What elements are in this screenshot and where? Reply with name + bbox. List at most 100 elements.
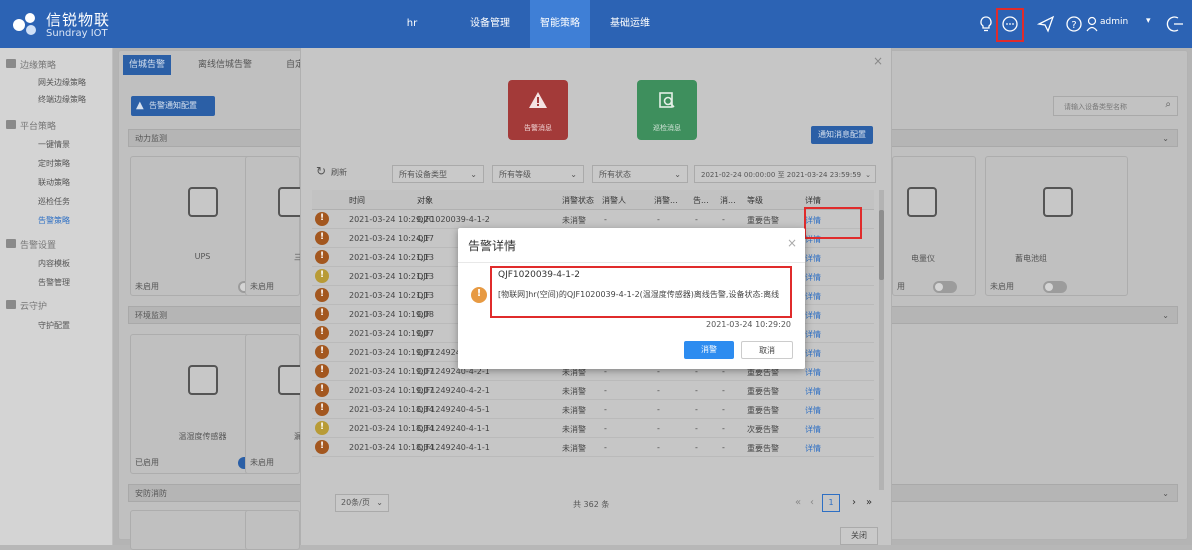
col-alarm-type[interactable]: 告... xyxy=(693,195,709,206)
scrollbar-thumb[interactable] xyxy=(879,210,884,280)
detail-link[interactable]: 详情 xyxy=(805,253,821,264)
table-row[interactable]: 2021-03-24 10:18:34QJF1249240-4-1-1未消警--… xyxy=(312,438,874,457)
sidebar-item-linkage[interactable]: 联动策略 xyxy=(38,177,70,188)
table-row[interactable]: 2021-03-24 10:18:34QJF1249240-4-1-1未消警--… xyxy=(312,419,874,438)
refresh-icon[interactable]: ↻ xyxy=(316,164,326,178)
device-card-security-2[interactable] xyxy=(245,510,300,550)
cancel-button[interactable]: 取消 xyxy=(741,341,793,359)
cell-b: - xyxy=(657,386,660,395)
detail-link[interactable]: 详情 xyxy=(805,405,821,416)
col-message[interactable]: 消... xyxy=(720,195,736,206)
col-detail[interactable]: 详情 xyxy=(805,195,821,206)
tab-alarm[interactable]: 信城告警 xyxy=(123,55,172,75)
section-environment[interactable]: 环境监测 xyxy=(128,306,303,324)
table-scrollbar[interactable] xyxy=(879,190,884,490)
notify-config-button[interactable]: 通知消息配置 xyxy=(811,126,873,144)
sidebar-item-terminal-edge[interactable]: 终端边缘策略 xyxy=(38,94,86,105)
nav-basic-ops[interactable]: 基础运维 xyxy=(600,0,660,48)
user-icon[interactable] xyxy=(1086,14,1098,34)
col-level[interactable]: 等级 xyxy=(747,195,763,206)
clear-alarm-button[interactable]: 消警 xyxy=(684,341,734,359)
warning-icon xyxy=(315,440,329,454)
section-power-right[interactable]: ⌄ xyxy=(890,129,1178,147)
detail-link[interactable]: 详情 xyxy=(805,310,821,321)
detail-link[interactable]: 详情 xyxy=(805,367,821,378)
next-page-icon[interactable]: › xyxy=(852,497,856,508)
table-row[interactable]: 2021-03-24 10:18:34QJF1249240-4-5-1未消警--… xyxy=(312,400,874,419)
detail-link[interactable]: 详情 xyxy=(805,424,821,435)
detail-link[interactable]: 详情 xyxy=(805,329,821,340)
sidebar-group-edge[interactable]: 边缘策略 xyxy=(20,58,56,71)
table-row[interactable]: 2021-03-24 10:29:20QJF1020039-4-1-2未消警--… xyxy=(312,210,874,229)
chevron-down-icon[interactable]: ▾ xyxy=(1146,16,1151,26)
first-page-icon[interactable]: « xyxy=(795,497,801,508)
current-page[interactable]: 1 xyxy=(822,494,840,512)
sidebar-item-template[interactable]: 内容模板 xyxy=(38,258,70,269)
col-time[interactable]: 时间 xyxy=(349,195,365,206)
panel-close-icon[interactable]: × xyxy=(873,54,883,68)
sidebar-item-timer[interactable]: 定时策略 xyxy=(38,158,70,169)
device-card-leak[interactable]: 漏水监测 未启用 xyxy=(245,334,326,474)
filter-status-value: 所有状态 xyxy=(599,170,631,179)
sidebar-item-gateway-edge[interactable]: 网关边缘策略 xyxy=(38,77,86,88)
nav-hr[interactable]: hr xyxy=(392,0,432,48)
refresh-label[interactable]: 刷新 xyxy=(331,167,347,178)
help-icon[interactable]: ? xyxy=(1064,14,1084,34)
app-logo[interactable]: 信锐物联 Sundray IOT xyxy=(12,8,172,42)
last-page-icon[interactable]: » xyxy=(866,497,872,508)
tab-offline-alarm[interactable]: 离线信城告警 xyxy=(192,55,258,75)
cell-object: QJF xyxy=(417,272,431,281)
date-range-picker[interactable]: 2021-02-24 00:00:00 至 2021-03-24 23:59:5… xyxy=(694,165,876,183)
device-card-breaker[interactable]: 三相空开 未启用 xyxy=(245,156,326,296)
sidebar-item-alarm-policy[interactable]: 告警策略 xyxy=(38,215,70,226)
detail-link[interactable]: 详情 xyxy=(805,443,821,454)
col-handler[interactable]: 消警人 xyxy=(602,195,626,206)
dialog-title: 告警详情 xyxy=(468,239,517,253)
bulb-icon[interactable] xyxy=(976,14,996,34)
alarm-notify-config-button[interactable]: ▲ 告警通知配置 xyxy=(131,96,215,116)
edge-policy-icon xyxy=(6,59,16,68)
section-environment-right[interactable]: ⌄ xyxy=(890,306,1178,324)
username[interactable]: admin xyxy=(1100,17,1128,27)
sidebar-item-one-key[interactable]: 一键情景 xyxy=(38,139,70,150)
sidebar-group-platform[interactable]: 平台策略 xyxy=(20,119,56,132)
dialog-close-icon[interactable]: × xyxy=(787,236,797,250)
section-power[interactable]: 动力监测 xyxy=(128,129,303,147)
device-toggle[interactable] xyxy=(933,281,957,293)
filter-level[interactable]: 所有等级 ⌄ xyxy=(492,165,584,183)
filter-device-type[interactable]: 所有设备类型 ⌄ xyxy=(392,165,484,183)
logout-icon[interactable] xyxy=(1166,14,1186,34)
section-security[interactable]: 安防消防 xyxy=(128,484,303,502)
search-icon[interactable]: ⌕ xyxy=(1165,99,1171,110)
col-handle-time[interactable]: 消警... xyxy=(654,195,678,206)
section-security-right[interactable]: ⌄ xyxy=(890,484,1178,502)
col-status[interactable]: 消警状态 xyxy=(562,195,594,206)
filter-status[interactable]: 所有状态 ⌄ xyxy=(592,165,688,183)
page-size-select[interactable]: 20条/页 ⌄ xyxy=(335,494,389,512)
device-state: 未启用 xyxy=(250,282,274,291)
search-input[interactable]: 请输入设备类型名称 ⌕ xyxy=(1053,96,1178,116)
send-icon[interactable] xyxy=(1036,14,1056,34)
sidebar-item-alarm-management[interactable]: 告警管理 xyxy=(38,277,70,288)
detail-link[interactable]: 详情 xyxy=(805,272,821,283)
detail-link[interactable]: 详情 xyxy=(805,348,821,359)
detail-link[interactable]: 详情 xyxy=(805,386,821,397)
device-card-meter[interactable]: 电量仪 用 xyxy=(892,156,976,296)
prev-page-icon[interactable]: ‹ xyxy=(810,497,814,508)
sidebar-item-guard-config[interactable]: 守护配置 xyxy=(38,320,70,331)
tab-inspection-messages[interactable]: 巡检消息 xyxy=(637,80,697,140)
warning-icon xyxy=(315,421,329,435)
detail-link[interactable]: 详情 xyxy=(805,291,821,302)
device-toggle[interactable] xyxy=(1043,281,1067,293)
thermometer-icon xyxy=(188,365,218,395)
device-card-battery[interactable]: 蓄电池组 未启用 xyxy=(985,156,1128,296)
col-object[interactable]: 对象 xyxy=(417,195,433,206)
sidebar-group-alarm[interactable]: 告警设置 xyxy=(20,238,56,251)
tab-alarm-messages[interactable]: 告警消息 xyxy=(508,80,568,140)
sidebar-group-cloud[interactable]: 云守护 xyxy=(20,299,47,312)
sidebar-item-inspection[interactable]: 巡检任务 xyxy=(38,196,70,207)
nav-device-management[interactable]: 设备管理 xyxy=(460,0,520,48)
close-button[interactable]: 关闭 xyxy=(840,527,878,545)
nav-smart-policy[interactable]: 智能策略 xyxy=(530,0,590,48)
table-row[interactable]: 2021-03-24 10:19:07QJF1249240-4-2-1未消警--… xyxy=(312,381,874,400)
